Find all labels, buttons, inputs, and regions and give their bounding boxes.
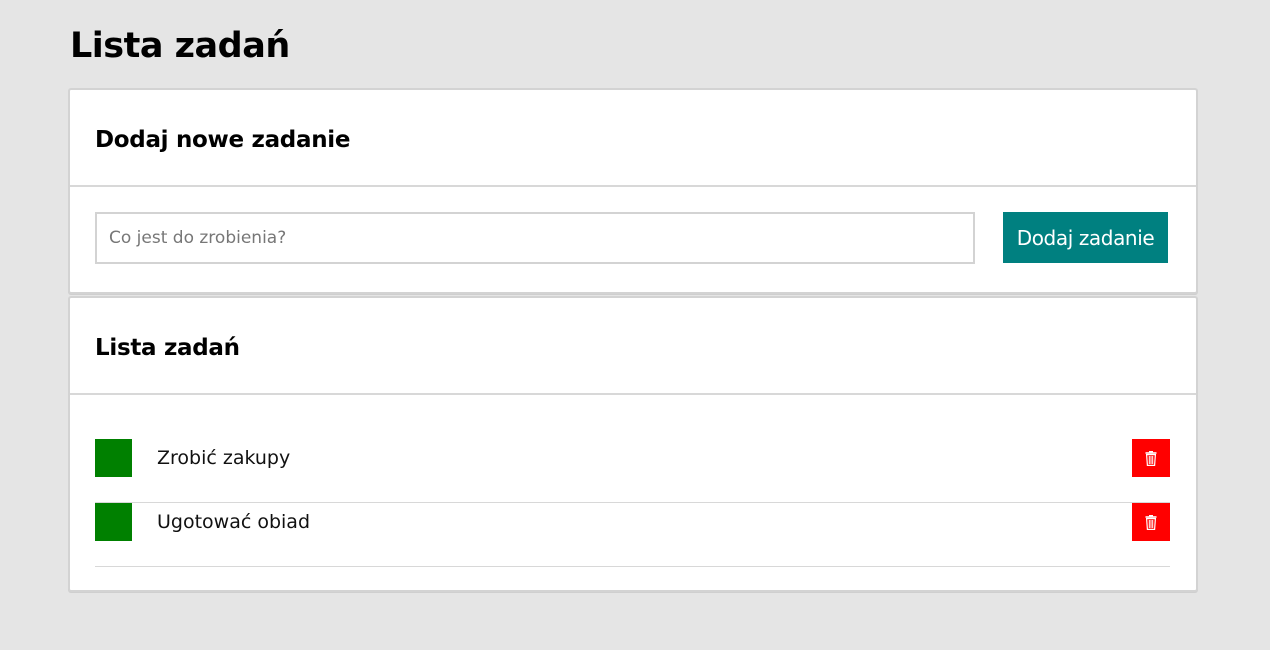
task-row: Zrobić zakupy bbox=[95, 439, 1170, 503]
delete-task-button[interactable] bbox=[1132, 503, 1170, 541]
task-complete-checkbox[interactable] bbox=[95, 503, 132, 541]
task-label: Zrobić zakupy bbox=[157, 447, 291, 469]
task-list-card-header: Lista zadań bbox=[70, 298, 1196, 395]
task-list: Zrobić zakupy Ugotować obiad bbox=[95, 439, 1170, 567]
page-title: Lista zadań bbox=[70, 26, 290, 66]
trash-icon bbox=[1145, 450, 1157, 466]
task-complete-checkbox[interactable] bbox=[95, 439, 132, 477]
task-list-heading: Lista zadań bbox=[95, 335, 240, 361]
new-task-input[interactable] bbox=[95, 212, 975, 264]
task-row: Ugotować obiad bbox=[95, 503, 1170, 567]
task-label: Ugotować obiad bbox=[157, 511, 311, 533]
trash-icon bbox=[1145, 514, 1157, 530]
delete-task-button[interactable] bbox=[1132, 439, 1170, 477]
add-task-button[interactable]: Dodaj zadanie bbox=[1003, 212, 1168, 263]
add-task-card: Dodaj nowe zadanie Dodaj zadanie bbox=[68, 88, 1198, 294]
add-task-card-header: Dodaj nowe zadanie bbox=[70, 90, 1196, 187]
add-task-heading: Dodaj nowe zadanie bbox=[95, 127, 351, 153]
task-list-card: Lista zadań Zrobić zakupy Ugotować obiad bbox=[68, 296, 1198, 592]
